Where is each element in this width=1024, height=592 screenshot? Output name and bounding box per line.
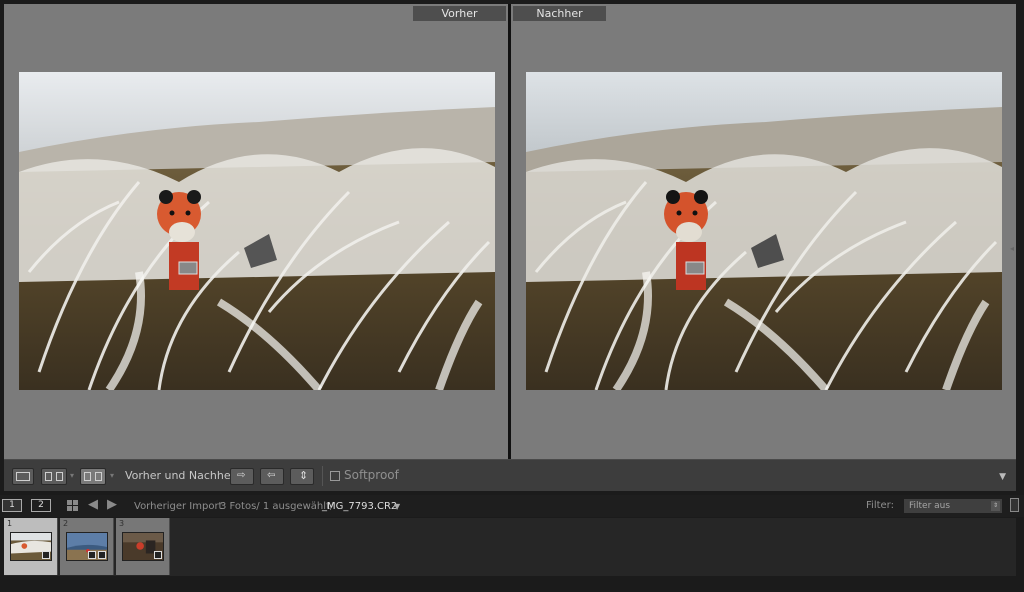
- crop-badge-icon: [88, 551, 96, 559]
- thumbnail-number: 1: [7, 519, 13, 528]
- filmstrip: 1 2 3: [4, 518, 1016, 576]
- filter-select[interactable]: Filter aus ⇕: [904, 499, 1002, 513]
- filename-dropdown-icon[interactable]: ▼: [394, 502, 400, 511]
- compare-view: Vorher Nachher ◂: [4, 4, 1016, 459]
- thumbnail-number: 3: [119, 519, 125, 528]
- thumbnail-image: [122, 532, 164, 561]
- compare-toolbar: ▾ ▾ Vorher und Nachher: ⇨ ⇦ ⇕ Softproof …: [4, 459, 1016, 491]
- thumbnail-2[interactable]: 2: [60, 518, 114, 575]
- softproof-label: Softproof: [344, 468, 399, 482]
- thumbnail-image: [10, 532, 52, 561]
- softproof-checkbox[interactable]: [330, 471, 340, 481]
- loupe-view-button[interactable]: [12, 468, 34, 485]
- develop-badge-icon: [154, 551, 162, 559]
- before-pane[interactable]: Vorher: [4, 4, 508, 459]
- after-label: Nachher: [513, 6, 606, 21]
- copy-before-to-after-button[interactable]: ⇨: [230, 468, 254, 485]
- before-after-label: Vorher und Nachher:: [125, 469, 239, 482]
- thumbnail-1[interactable]: 1: [4, 518, 58, 575]
- loupe-view-icon: [16, 472, 30, 481]
- lightroom-window: Vorher Nachher ◂ ▾ ▾ Vorher und Nachher:…: [0, 0, 1024, 592]
- before-photo[interactable]: [19, 72, 495, 390]
- source-label[interactable]: Vorheriger Import: [134, 501, 222, 512]
- after-pane[interactable]: Nachher ◂: [511, 4, 1016, 459]
- selection-count: 3 Fotos/ 1 ausgewählt/: [220, 501, 334, 512]
- back-arrow-icon[interactable]: ◀: [88, 497, 98, 512]
- thumbnail-3[interactable]: 3: [116, 518, 170, 575]
- current-filename[interactable]: _MG_7793.CR2: [322, 501, 397, 512]
- thumbnail-image: [66, 532, 108, 561]
- forward-arrow-icon[interactable]: ▶: [107, 497, 117, 512]
- toolbar-options-icon[interactable]: ▼: [999, 472, 1006, 482]
- primary-display-button[interactable]: 1: [2, 499, 22, 512]
- split-mode-caret-icon[interactable]: ▾: [110, 471, 114, 480]
- filter-lock-icon[interactable]: [1010, 498, 1019, 512]
- filmstrip-header: 1 2 ◀ ▶ Vorheriger Import 3 Fotos/ 1 aus…: [0, 495, 1024, 517]
- after-photo[interactable]: [526, 72, 1002, 390]
- thumbnail-number: 2: [63, 519, 69, 528]
- view-mode-caret-icon[interactable]: ▾: [70, 471, 74, 480]
- split-right-icon: [56, 472, 63, 481]
- copy-after-to-before-button[interactable]: ⇦: [260, 468, 284, 485]
- swap-settings-button[interactable]: ⇕: [290, 468, 314, 485]
- before-after-left-right-button[interactable]: [41, 468, 67, 485]
- split-half-right-icon: [95, 472, 102, 481]
- right-panel-toggle-icon[interactable]: ◂: [1010, 244, 1016, 258]
- toolbar-divider: [322, 466, 323, 486]
- split-half-left-icon: [84, 472, 91, 481]
- before-label: Vorher: [413, 6, 506, 21]
- swap-icon: ⇕: [299, 469, 309, 482]
- secondary-display-button[interactable]: 2: [31, 499, 51, 512]
- grid-view-icon[interactable]: [67, 500, 78, 511]
- bottom-bar: [0, 576, 1024, 592]
- filter-label: Filter:: [866, 500, 894, 511]
- split-left-icon: [45, 472, 52, 481]
- develop-badge-icon: [42, 551, 50, 559]
- develop-badge-icon: [98, 551, 106, 559]
- arrow-right-icon: ⇨: [237, 470, 246, 481]
- filter-spinner-icon: ⇕: [991, 501, 1000, 511]
- arrow-left-icon: ⇦: [267, 470, 276, 481]
- filter-value: Filter aus: [909, 501, 951, 511]
- before-after-split-button[interactable]: [80, 468, 106, 485]
